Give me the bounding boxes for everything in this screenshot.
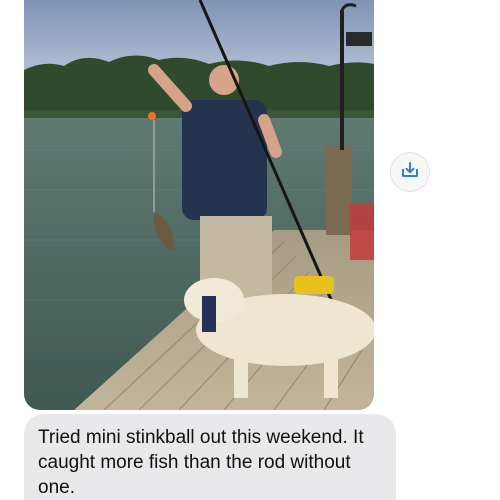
message-thread: Tried mini stinkball out this weekend. I… [0, 0, 500, 500]
save-image-button[interactable] [390, 152, 430, 192]
photo-attachment[interactable] [24, 0, 374, 410]
message-bubble[interactable]: Tried mini stinkball out this weekend. I… [24, 414, 396, 500]
download-tray-icon [400, 160, 420, 185]
photo-image [24, 0, 374, 410]
message-text: Tried mini stinkball out this weekend. I… [38, 427, 364, 498]
